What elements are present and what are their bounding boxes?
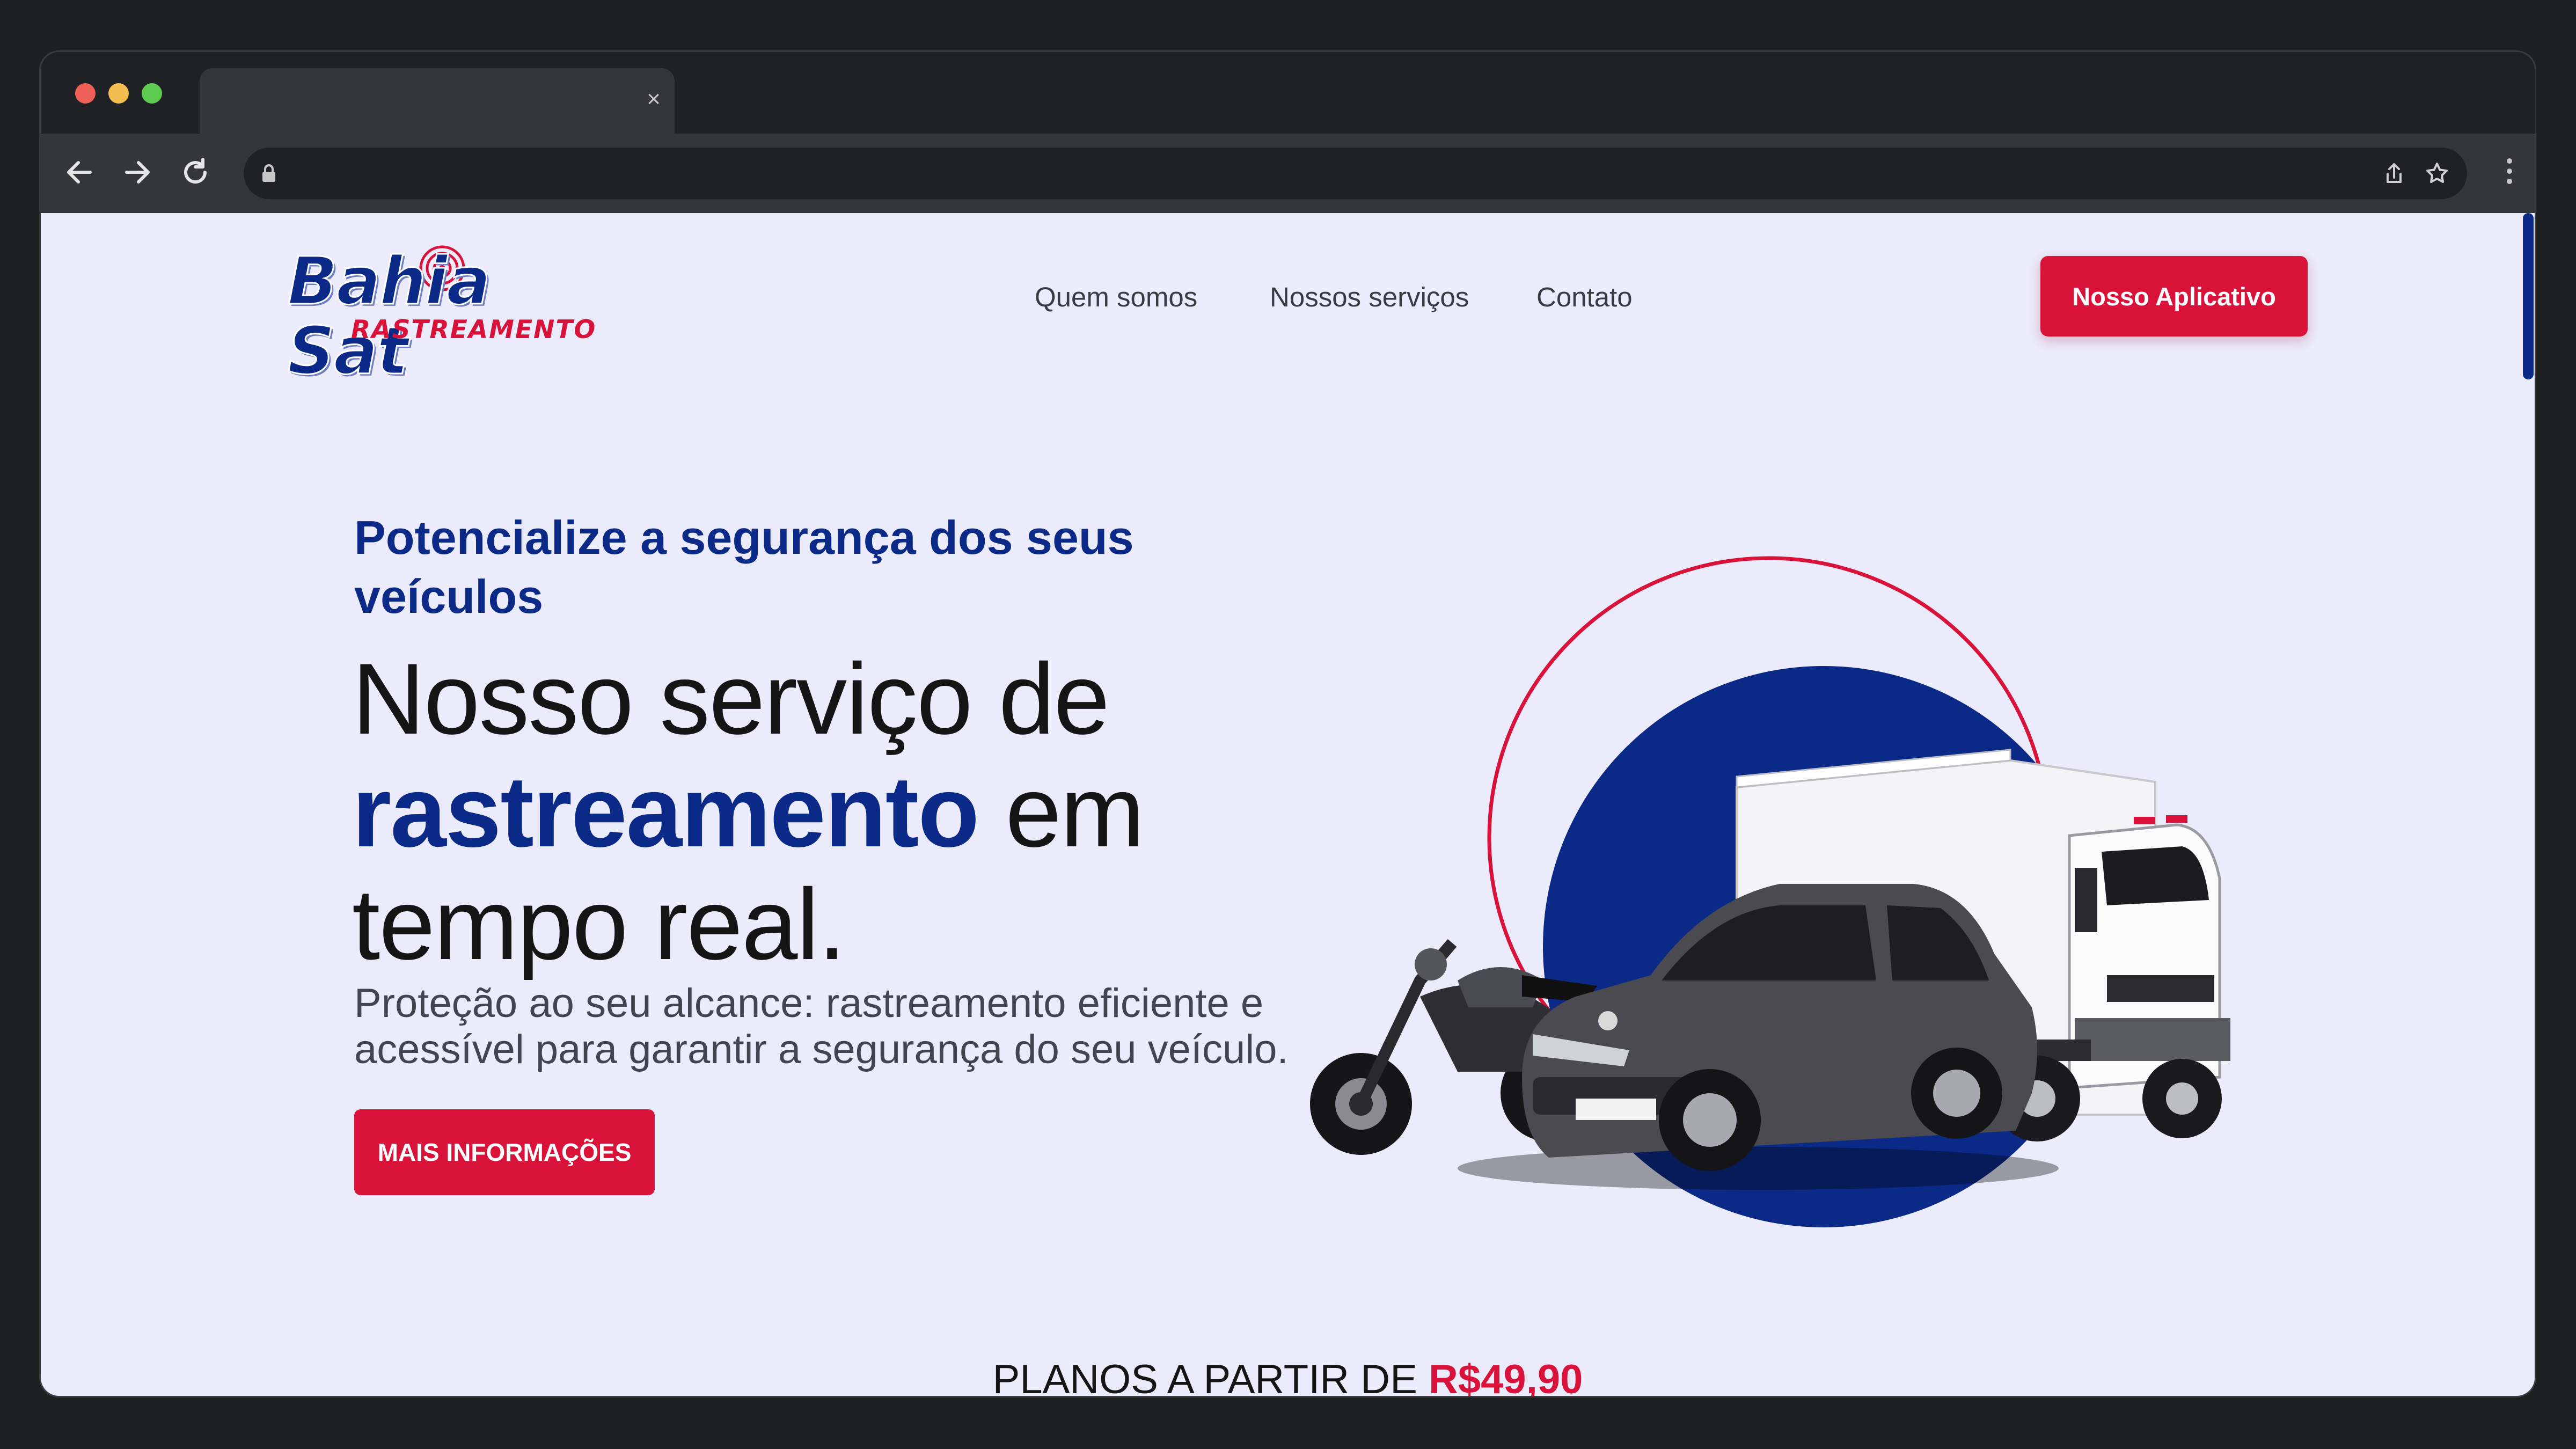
arrow-right-icon[interactable] [120, 155, 155, 189]
browser-toolbar [41, 134, 2535, 213]
logo-subtitle: RASTREAMENTO [351, 315, 597, 345]
scrollbar-thumb[interactable] [2523, 213, 2534, 379]
maximize-window-button[interactable] [142, 83, 162, 104]
mais-informacoes-button[interactable]: MAIS INFORMAÇÕES [354, 1109, 655, 1195]
plans-price: R$49,90 [1429, 1357, 1583, 1396]
title-bar: × [41, 52, 2535, 134]
reload-icon[interactable] [178, 155, 213, 189]
headline-part-2: em [1005, 755, 1144, 868]
share-icon[interactable] [2383, 162, 2405, 185]
vehicles-illustration [1310, 556, 2230, 1227]
headline-part-1: Nosso serviço de [352, 642, 1110, 755]
headline-highlight: rastreamento [352, 755, 979, 868]
star-icon[interactable] [2425, 162, 2449, 185]
plans-label: PLANOS A PARTIR DE [992, 1357, 1417, 1396]
browser-window: × Bahia Sat RASTREAMENTO Quem somos Noss… [41, 52, 2535, 1396]
address-bar[interactable] [244, 148, 2467, 199]
nav-contato[interactable]: Contato [1536, 281, 1633, 313]
lock-icon [262, 164, 275, 182]
minimize-window-button[interactable] [108, 83, 129, 104]
hero-eyebrow: Potencialize a segurança dos seus veícul… [354, 511, 1134, 623]
page-viewport: Bahia Sat RASTREAMENTO Quem somos Nossos… [41, 213, 2535, 1396]
page-scrollbar[interactable] [2520, 213, 2535, 1396]
arrow-left-icon[interactable] [62, 155, 97, 189]
tab-close-icon[interactable]: × [647, 87, 661, 111]
kebab-menu-icon[interactable] [2507, 158, 2513, 189]
hero-headline: Nosso serviço de rastreamento em tempo r… [352, 642, 1372, 980]
hero-subtext: Proteção ao seu alcance: rastreamento ef… [354, 980, 1289, 1072]
headline-part-3: tempo real. [352, 868, 846, 980]
nav-nossos-servicos[interactable]: Nossos serviços [1270, 281, 1469, 313]
browser-tab[interactable]: × [200, 68, 675, 134]
close-window-button[interactable] [75, 83, 96, 104]
nav-quem-somos[interactable]: Quem somos [1035, 281, 1197, 313]
plans-banner: PLANOS A PARTIR DE R$49,90 [41, 1356, 2535, 1396]
brand-logo[interactable]: Bahia Sat RASTREAMENTO [287, 245, 595, 387]
nosso-aplicativo-button[interactable]: Nosso Aplicativo [2040, 256, 2308, 336]
